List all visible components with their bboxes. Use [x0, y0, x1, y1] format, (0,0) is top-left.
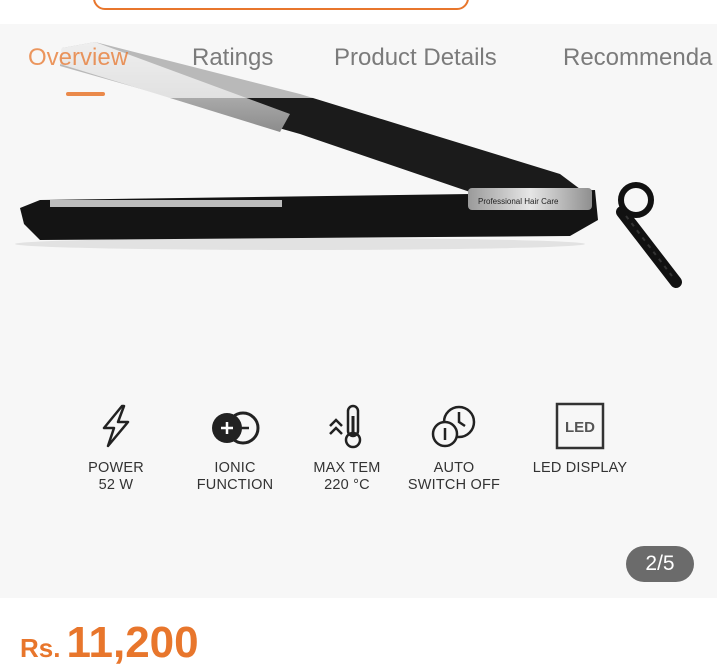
feature-label: IONIC FUNCTION: [196, 460, 274, 493]
thermometer-icon: [329, 404, 362, 449]
feature-max-temp: MAX TEM 220 °C: [287, 402, 407, 494]
search-bar-outline[interactable]: [93, 0, 469, 10]
lightning-bolt-icon: [102, 404, 130, 448]
led-icon-text: LED: [565, 419, 595, 436]
tab-overview[interactable]: Overview: [28, 44, 128, 72]
tab-product-details[interactable]: Product Details: [334, 44, 497, 72]
active-tab-indicator: [66, 92, 105, 96]
tab-ratings[interactable]: Ratings: [192, 44, 273, 72]
brand-label: Professional Hair Care: [478, 197, 559, 206]
feature-ionic: IONIC FUNCTION: [175, 402, 295, 494]
feature-label: POWER 52 W: [88, 460, 144, 493]
feature-power: POWER 52 W: [56, 402, 176, 494]
product-image-gallery[interactable]: Professional Hair Care Overview Ratings …: [0, 24, 717, 598]
ionic-plus-minus-icon: [212, 411, 260, 445]
feature-led-display: LED LED DISPLAY: [520, 402, 640, 477]
led-box-icon: LED: [555, 402, 605, 450]
feature-icon-row: POWER 52 W IONIC FUNCTION MAX TEM 220 °C: [0, 402, 717, 532]
feature-label: AUTO SWITCH OFF: [407, 460, 501, 493]
price-amount: 11,200: [66, 618, 199, 667]
feature-label: MAX TEM 220 °C: [313, 460, 381, 493]
feature-auto-switch-off: AUTO SWITCH OFF: [394, 402, 514, 494]
tab-recommendations[interactable]: Recommenda: [563, 44, 712, 72]
product-price: Rs. 11,200: [20, 618, 199, 668]
image-counter-badge: 2/5: [626, 546, 694, 582]
product-tab-bar: Overview Ratings Product Details Recomme…: [0, 24, 717, 98]
timer-clock-icon: [431, 405, 476, 448]
feature-label: LED DISPLAY: [532, 460, 628, 476]
price-currency: Rs.: [20, 633, 61, 663]
